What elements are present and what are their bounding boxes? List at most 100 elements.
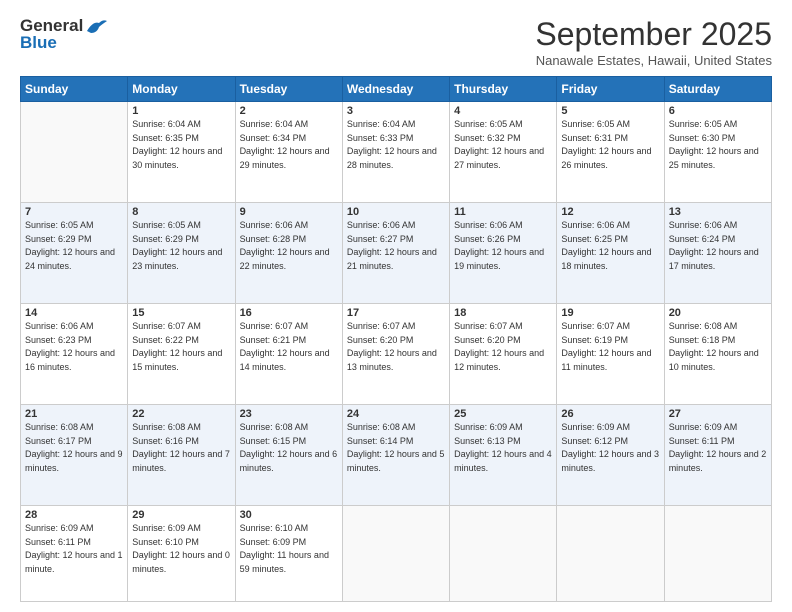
day-number: 3 (347, 105, 445, 117)
day-info: Sunrise: 6:07 AMSunset: 6:21 PMDaylight:… (240, 320, 338, 374)
day-info: Sunrise: 6:09 AMSunset: 6:13 PMDaylight:… (454, 421, 552, 475)
day-info: Sunrise: 6:08 AMSunset: 6:15 PMDaylight:… (240, 421, 338, 475)
day-number: 1 (132, 105, 230, 117)
calendar-day-cell: 14Sunrise: 6:06 AMSunset: 6:23 PMDayligh… (21, 304, 128, 405)
calendar-day-cell: 16Sunrise: 6:07 AMSunset: 6:21 PMDayligh… (235, 304, 342, 405)
calendar-day-cell (450, 506, 557, 602)
calendar-week-row: 14Sunrise: 6:06 AMSunset: 6:23 PMDayligh… (21, 304, 772, 405)
day-info: Sunrise: 6:08 AMSunset: 6:16 PMDaylight:… (132, 421, 230, 475)
day-number: 12 (561, 206, 659, 218)
day-info: Sunrise: 6:08 AMSunset: 6:14 PMDaylight:… (347, 421, 445, 475)
day-info: Sunrise: 6:06 AMSunset: 6:24 PMDaylight:… (669, 219, 767, 273)
header-friday: Friday (557, 77, 664, 102)
calendar-day-cell: 26Sunrise: 6:09 AMSunset: 6:12 PMDayligh… (557, 405, 664, 506)
day-number: 6 (669, 105, 767, 117)
calendar-day-cell: 25Sunrise: 6:09 AMSunset: 6:13 PMDayligh… (450, 405, 557, 506)
day-number: 11 (454, 206, 552, 218)
calendar-day-cell (21, 102, 128, 203)
calendar-day-cell: 28Sunrise: 6:09 AMSunset: 6:11 PMDayligh… (21, 506, 128, 602)
day-number: 28 (25, 509, 123, 521)
day-info: Sunrise: 6:08 AMSunset: 6:17 PMDaylight:… (25, 421, 123, 475)
calendar-day-cell: 18Sunrise: 6:07 AMSunset: 6:20 PMDayligh… (450, 304, 557, 405)
day-number: 13 (669, 206, 767, 218)
calendar-week-row: 1Sunrise: 6:04 AMSunset: 6:35 PMDaylight… (21, 102, 772, 203)
day-info: Sunrise: 6:10 AMSunset: 6:09 PMDaylight:… (240, 522, 338, 576)
day-info: Sunrise: 6:06 AMSunset: 6:25 PMDaylight:… (561, 219, 659, 273)
day-number: 7 (25, 206, 123, 218)
calendar: Sunday Monday Tuesday Wednesday Thursday… (20, 76, 772, 602)
calendar-day-cell: 3Sunrise: 6:04 AMSunset: 6:33 PMDaylight… (342, 102, 449, 203)
calendar-day-cell: 24Sunrise: 6:08 AMSunset: 6:14 PMDayligh… (342, 405, 449, 506)
day-info: Sunrise: 6:07 AMSunset: 6:20 PMDaylight:… (454, 320, 552, 374)
day-number: 25 (454, 408, 552, 420)
day-number: 21 (25, 408, 123, 420)
calendar-day-cell: 30Sunrise: 6:10 AMSunset: 6:09 PMDayligh… (235, 506, 342, 602)
day-info: Sunrise: 6:05 AMSunset: 6:29 PMDaylight:… (132, 219, 230, 273)
day-info: Sunrise: 6:05 AMSunset: 6:32 PMDaylight:… (454, 118, 552, 172)
day-number: 19 (561, 307, 659, 319)
calendar-day-cell: 7Sunrise: 6:05 AMSunset: 6:29 PMDaylight… (21, 203, 128, 304)
day-number: 8 (132, 206, 230, 218)
calendar-day-cell: 20Sunrise: 6:08 AMSunset: 6:18 PMDayligh… (664, 304, 771, 405)
day-number: 16 (240, 307, 338, 319)
day-number: 29 (132, 509, 230, 521)
day-info: Sunrise: 6:04 AMSunset: 6:35 PMDaylight:… (132, 118, 230, 172)
day-info: Sunrise: 6:04 AMSunset: 6:34 PMDaylight:… (240, 118, 338, 172)
weekday-header-row: Sunday Monday Tuesday Wednesday Thursday… (21, 77, 772, 102)
logo: General Blue (20, 16, 107, 53)
title-block: September 2025 Nanawale Estates, Hawaii,… (535, 16, 772, 68)
day-info: Sunrise: 6:07 AMSunset: 6:20 PMDaylight:… (347, 320, 445, 374)
calendar-day-cell: 15Sunrise: 6:07 AMSunset: 6:22 PMDayligh… (128, 304, 235, 405)
day-number: 4 (454, 105, 552, 117)
day-number: 23 (240, 408, 338, 420)
day-info: Sunrise: 6:05 AMSunset: 6:31 PMDaylight:… (561, 118, 659, 172)
month-title: September 2025 (535, 16, 772, 53)
day-info: Sunrise: 6:06 AMSunset: 6:28 PMDaylight:… (240, 219, 338, 273)
header-wednesday: Wednesday (342, 77, 449, 102)
calendar-day-cell (342, 506, 449, 602)
calendar-week-row: 7 Sunrise: 6:05 AMSunset: 6:29 PMDaylight… (21, 203, 772, 304)
calendar-day-cell: 12Sunrise: 6:06 AMSunset: 6:25 PMDayligh… (557, 203, 664, 304)
logo-bird-icon (85, 17, 107, 35)
day-info: Sunrise: 6:06 AMSunset: 6:27 PMDaylight:… (347, 219, 445, 273)
calendar-day-cell (664, 506, 771, 602)
header-sunday: Sunday (21, 77, 128, 102)
day-number: 17 (347, 307, 445, 319)
day-info: Sunrise: 6:09 AMSunset: 6:11 PMDaylight:… (669, 421, 767, 475)
calendar-day-cell: 22Sunrise: 6:08 AMSunset: 6:16 PMDayligh… (128, 405, 235, 506)
calendar-day-cell: 1Sunrise: 6:04 AMSunset: 6:35 PMDaylight… (128, 102, 235, 203)
calendar-day-cell: 10Sunrise: 6:06 AMSunset: 6:27 PMDayligh… (342, 203, 449, 304)
page: General Blue September 2025 Nanawale Est… (0, 0, 792, 612)
header-saturday: Saturday (664, 77, 771, 102)
header: General Blue September 2025 Nanawale Est… (20, 16, 772, 68)
day-number: 9 (240, 206, 338, 218)
header-monday: Monday (128, 77, 235, 102)
day-number: 15 (132, 307, 230, 319)
calendar-day-cell: 5Sunrise: 6:05 AMSunset: 6:31 PMDaylight… (557, 102, 664, 203)
calendar-day-cell: 13Sunrise: 6:06 AMSunset: 6:24 PMDayligh… (664, 203, 771, 304)
calendar-day-cell: 19Sunrise: 6:07 AMSunset: 6:19 PMDayligh… (557, 304, 664, 405)
calendar-day-cell: 23Sunrise: 6:08 AMSunset: 6:15 PMDayligh… (235, 405, 342, 506)
day-number: 18 (454, 307, 552, 319)
calendar-day-cell: 6Sunrise: 6:05 AMSunset: 6:30 PMDaylight… (664, 102, 771, 203)
day-info: Sunrise: 6:08 AMSunset: 6:18 PMDaylight:… (669, 320, 767, 374)
day-number: 10 (347, 206, 445, 218)
day-info: Sunrise: 6:05 AMSunset: 6:30 PMDaylight:… (669, 118, 767, 172)
calendar-day-cell: 21Sunrise: 6:08 AMSunset: 6:17 PMDayligh… (21, 405, 128, 506)
calendar-day-cell: 27Sunrise: 6:09 AMSunset: 6:11 PMDayligh… (664, 405, 771, 506)
day-info: Sunrise: 6:09 AMSunset: 6:10 PMDaylight:… (132, 522, 230, 576)
day-number: 27 (669, 408, 767, 420)
header-tuesday: Tuesday (235, 77, 342, 102)
calendar-day-cell: 17Sunrise: 6:07 AMSunset: 6:20 PMDayligh… (342, 304, 449, 405)
day-number: 14 (25, 307, 123, 319)
calendar-day-cell: 8Sunrise: 6:05 AMSunset: 6:29 PMDaylight… (128, 203, 235, 304)
day-number: 24 (347, 408, 445, 420)
day-info: Sunrise: 6:06 AMSunset: 6:26 PMDaylight:… (454, 219, 552, 273)
day-info: Sunrise: 6:09 AMSunset: 6:12 PMDaylight:… (561, 421, 659, 475)
calendar-day-cell (557, 506, 664, 602)
day-info: Sunrise: 6:09 AMSunset: 6:11 PMDaylight:… (25, 522, 123, 576)
day-info: Sunrise: 6:07 AMSunset: 6:22 PMDaylight:… (132, 320, 230, 374)
calendar-day-cell: 4Sunrise: 6:05 AMSunset: 6:32 PMDaylight… (450, 102, 557, 203)
day-number: 5 (561, 105, 659, 117)
calendar-week-row: 21Sunrise: 6:08 AMSunset: 6:17 PMDayligh… (21, 405, 772, 506)
